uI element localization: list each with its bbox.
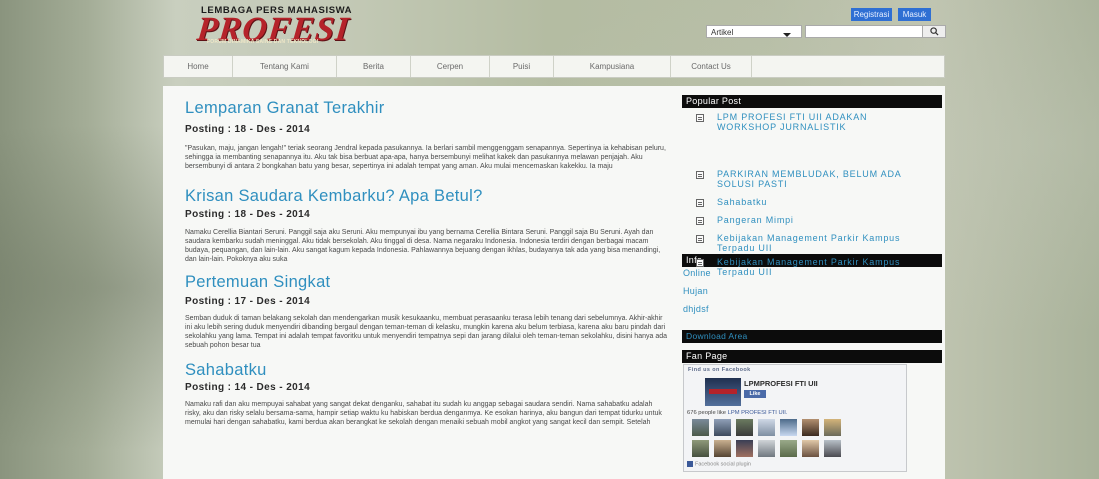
- fan-avatar[interactable]: [736, 440, 753, 457]
- document-icon: [696, 171, 704, 179]
- post-excerpt: Namaku Cerellia Biantari Seruni. Panggil…: [185, 229, 661, 263]
- fan-avatar[interactable]: [802, 440, 819, 457]
- fan-avatar[interactable]: [758, 440, 775, 457]
- nav-item-home[interactable]: Home: [164, 56, 233, 77]
- document-icon: [696, 217, 704, 225]
- site-logo[interactable]: LEMBAGA PERS MAHASISWA PROFESI FORUM DIN…: [195, 5, 385, 48]
- popular-post-label: LPM PROFESI FTI UII ADAKAN WORKSHOP JURN…: [717, 112, 868, 132]
- post-excerpt: "Pasukan, maju, jangan lengah!" teriak s…: [185, 145, 666, 170]
- nav-item-tentang-kami[interactable]: Tentang Kami: [233, 56, 337, 77]
- popular-post-heading: Popular Post: [682, 95, 942, 108]
- fb-like-button[interactable]: Like: [744, 390, 766, 398]
- popular-post-item[interactable]: Kebijakan Management Parkir Kampus Terpa…: [696, 257, 926, 278]
- post-date: Posting : 18 - Des - 2014: [185, 124, 311, 135]
- post-title[interactable]: Sahabatku: [185, 361, 267, 380]
- document-icon: [696, 259, 704, 267]
- fan-avatar[interactable]: [692, 440, 709, 457]
- fb-page-thumbnail[interactable]: [705, 378, 741, 406]
- fan-avatar[interactable]: [736, 419, 753, 436]
- fb-like-count: 676 people like LPM PROFESI FTI UII.: [687, 410, 788, 416]
- fb-social-plugin[interactable]: Facebook social plugin: [687, 461, 751, 467]
- fb-find-text: Find us on Facebook: [688, 367, 751, 373]
- facebook-icon: [687, 461, 693, 467]
- fb-faces-grid: [692, 419, 892, 457]
- document-icon: [696, 114, 704, 122]
- document-icon: [696, 199, 704, 207]
- popular-post-label: PARKIRAN MEMBLUDAK, BELUM ADA SOLUSI PAS…: [717, 169, 902, 189]
- search-category-value: Artikel: [711, 28, 734, 37]
- info-item[interactable]: dhjdsf: [683, 304, 709, 314]
- post-title[interactable]: Lemparan Granat Terakhir: [185, 99, 385, 118]
- popular-post-item[interactable]: PARKIRAN MEMBLUDAK, BELUM ADA SOLUSI PAS…: [696, 169, 926, 190]
- fan-avatar[interactable]: [780, 419, 797, 436]
- fb-page-name[interactable]: LPMPROFESI FTI UII: [744, 379, 818, 388]
- fan-avatar[interactable]: [692, 419, 709, 436]
- nav-item-puisi[interactable]: Puisi: [490, 56, 554, 77]
- nav-item-kampusiana[interactable]: Kampusiana: [554, 56, 671, 77]
- download-area-heading[interactable]: Download Area: [682, 330, 942, 343]
- fb-like-count-text: 676 people like: [687, 410, 726, 416]
- popular-post-label: Sahabatku: [717, 197, 768, 207]
- post-date: Posting : 14 - Des - 2014: [185, 382, 311, 393]
- nav-item-contact-us[interactable]: Contact Us: [671, 56, 752, 77]
- login-button[interactable]: Masuk: [898, 8, 931, 21]
- popular-post-item[interactable]: LPM PROFESI FTI UII ADAKAN WORKSHOP JURN…: [696, 112, 926, 141]
- register-button[interactable]: Registrasi: [851, 8, 892, 21]
- search-input[interactable]: [805, 25, 925, 38]
- post-title[interactable]: Krisan Saudara Kembarku? Apa Betul?: [185, 187, 483, 206]
- info-item[interactable]: Hujan: [683, 286, 708, 296]
- chevron-down-icon: [783, 33, 791, 37]
- post-title[interactable]: Pertemuan Singkat: [185, 273, 330, 292]
- fan-avatar[interactable]: [824, 419, 841, 436]
- logo-sub-text: FORUM DINAMIKA SAINS DAN TEKNOLOGI: [207, 39, 319, 45]
- fb-page-link[interactable]: LPM PROFESI FTI UII.: [728, 410, 788, 416]
- popular-post-item[interactable]: Kebijakan Management Parkir Kampus Terpa…: [696, 233, 926, 254]
- search-button[interactable]: [922, 25, 946, 38]
- popular-post-item[interactable]: Sahabatku: [696, 197, 926, 208]
- popular-post-label: Kebijakan Management Parkir Kampus Terpa…: [717, 257, 901, 277]
- nav-item-cerpen[interactable]: Cerpen: [411, 56, 490, 77]
- fan-page-heading: Fan Page: [682, 350, 942, 363]
- post-excerpt: Namaku rafi dan aku mempuyai sahabat yan…: [185, 401, 662, 426]
- popular-post-label: Kebijakan Management Parkir Kampus Terpa…: [717, 233, 901, 253]
- fan-avatar[interactable]: [714, 440, 731, 457]
- facebook-like-box: Find us on Facebook LPMPROFESI FTI UII L…: [683, 364, 907, 472]
- fan-avatar[interactable]: [714, 419, 731, 436]
- post-date: Posting : 18 - Des - 2014: [185, 209, 311, 220]
- post-excerpt: Semban duduk di taman belakang sekolah d…: [185, 315, 667, 349]
- nav-item-berita[interactable]: Berita: [337, 56, 411, 77]
- fan-avatar[interactable]: [780, 440, 797, 457]
- fan-avatar[interactable]: [758, 419, 775, 436]
- main-nav: Home Tentang Kami Berita Cerpen Puisi Ka…: [163, 55, 945, 78]
- fb-plugin-text: Facebook social plugin: [695, 461, 751, 468]
- document-icon: [696, 235, 704, 243]
- popular-post-label: Pangeran Mimpi: [717, 215, 794, 225]
- popular-post-item[interactable]: Pangeran Mimpi: [696, 215, 926, 226]
- fan-avatar[interactable]: [802, 419, 819, 436]
- search-category-select[interactable]: Artikel: [706, 25, 802, 38]
- fan-avatar[interactable]: [824, 440, 841, 457]
- post-date: Posting : 17 - Des - 2014: [185, 296, 311, 307]
- magnifier-icon: [929, 27, 939, 36]
